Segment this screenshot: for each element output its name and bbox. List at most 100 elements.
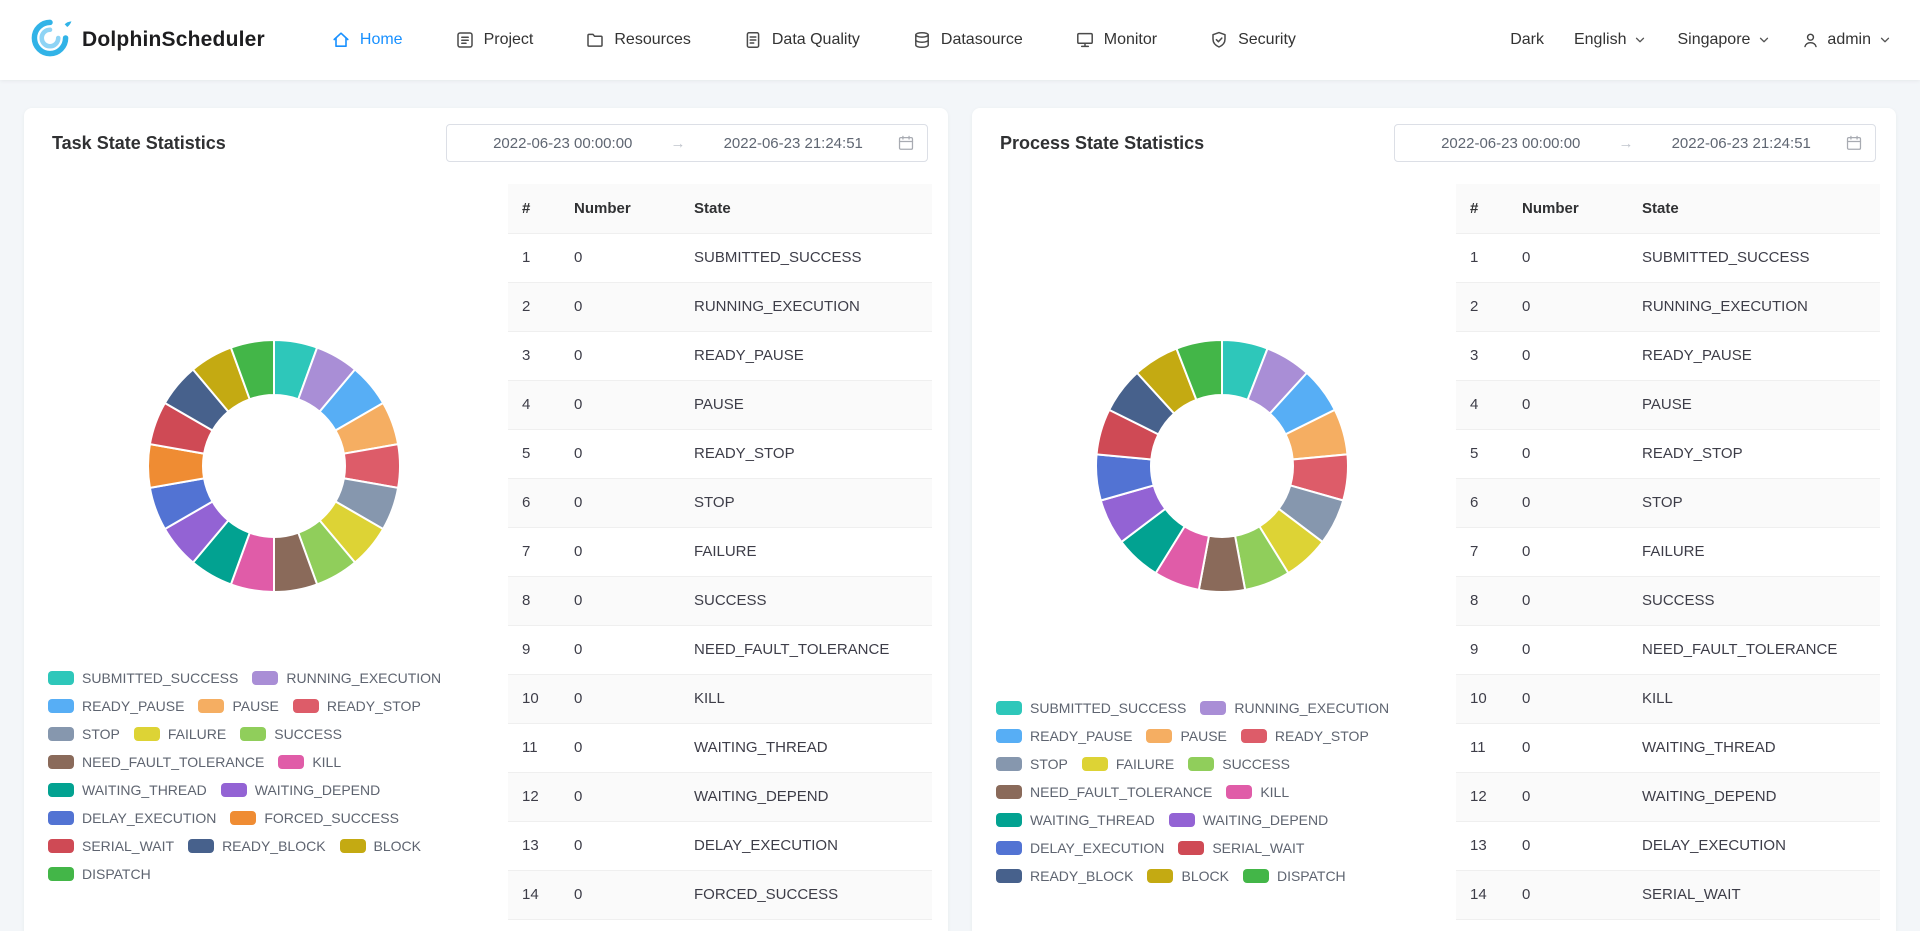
legend-item[interactable]: DELAY_EXECUTION (996, 840, 1164, 856)
date-end-input[interactable]: 2022-06-23 21:24:51 (1638, 135, 1846, 152)
brand[interactable]: DolphinScheduler (28, 16, 265, 65)
date-end-input[interactable]: 2022-06-23 21:24:51 (690, 135, 898, 152)
legend-swatch-icon (48, 699, 74, 713)
home-icon (331, 30, 351, 50)
chart-legend: SUBMITTED_SUCCESS RUNNING_EXECUTION READY_… (988, 700, 1456, 884)
nav-item-project[interactable]: Project (455, 30, 534, 50)
legend-item[interactable]: PAUSE (1146, 728, 1226, 744)
row-state: WAITING_THREAD (1628, 723, 1880, 772)
row-state: SUBMITTED_SUCCESS (1628, 233, 1880, 282)
row-state: FAILURE (1628, 527, 1880, 576)
security-icon (1209, 30, 1229, 50)
data-quality-icon (743, 30, 763, 50)
row-state: RUNNING_EXECUTION (1628, 282, 1880, 331)
nav-item-label: Project (484, 31, 534, 49)
legend-item[interactable]: READY_PAUSE (996, 728, 1132, 744)
legend-item[interactable]: BLOCK (1147, 868, 1228, 884)
legend-item[interactable]: NEED_FAULT_TOLERANCE (996, 784, 1212, 800)
legend-item[interactable]: STOP (996, 756, 1068, 772)
legend-item[interactable]: SUCCESS (240, 726, 342, 742)
nav-item-monitor[interactable]: Monitor (1075, 30, 1157, 50)
legend-item[interactable]: WAITING_THREAD (996, 812, 1155, 828)
table-header-row: #NumberState (1456, 184, 1880, 233)
legend-item[interactable]: SUCCESS (1188, 756, 1290, 772)
legend-item[interactable]: RUNNING_EXECUTION (1200, 700, 1389, 716)
legend-item[interactable]: WAITING_THREAD (48, 782, 207, 798)
legend-item[interactable]: RUNNING_EXECUTION (252, 670, 441, 686)
date-start-input[interactable]: 2022-06-23 00:00:00 (459, 135, 667, 152)
legend-item[interactable]: SERIAL_WAIT (48, 838, 174, 854)
legend-item[interactable]: DISPATCH (48, 866, 151, 882)
date-start-input[interactable]: 2022-06-23 00:00:00 (1407, 135, 1615, 152)
legend-item[interactable]: SUBMITTED_SUCCESS (996, 700, 1186, 716)
date-range-picker[interactable]: 2022-06-23 00:00:00 → 2022-06-23 21:24:5… (1394, 124, 1876, 162)
state-table: #NumberState 10SUBMITTED_SUCCESS20RUNNIN… (508, 184, 932, 920)
language-select[interactable]: English (1574, 31, 1647, 49)
legend-item[interactable]: FAILURE (134, 726, 226, 742)
legend-item[interactable]: SUBMITTED_SUCCESS (48, 670, 238, 686)
legend-item[interactable]: READY_BLOCK (188, 838, 325, 854)
nav-item-security[interactable]: Security (1209, 30, 1296, 50)
legend-item[interactable]: NEED_FAULT_TOLERANCE (48, 754, 264, 770)
legend-label: READY_STOP (1275, 728, 1369, 744)
resources-icon (585, 30, 605, 50)
legend-item[interactable]: FORCED_SUCCESS (230, 810, 399, 826)
legend-item[interactable]: KILL (278, 754, 341, 770)
username: admin (1827, 31, 1871, 49)
row-number: 0 (1508, 429, 1628, 478)
table-row: 10SUBMITTED_SUCCESS (508, 233, 932, 282)
chevron-down-icon (1633, 33, 1647, 47)
row-state: READY_PAUSE (1628, 331, 1880, 380)
table-row: 20RUNNING_EXECUTION (1456, 282, 1880, 331)
legend-swatch-icon (134, 727, 160, 741)
theme-toggle-button[interactable]: Dark (1510, 31, 1544, 49)
legend-item[interactable]: READY_STOP (1241, 728, 1369, 744)
legend-swatch-icon (1146, 729, 1172, 743)
nav-item-home[interactable]: Home (331, 30, 403, 50)
nav-item-resources[interactable]: Resources (585, 30, 690, 50)
legend-item[interactable]: KILL (1226, 784, 1289, 800)
legend-item[interactable]: BLOCK (340, 838, 421, 854)
table-row: 130DELAY_EXECUTION (1456, 821, 1880, 870)
table-row: 120WAITING_DEPEND (1456, 772, 1880, 821)
legend-label: SERIAL_WAIT (1212, 840, 1304, 856)
legend-item[interactable]: SERIAL_WAIT (1178, 840, 1304, 856)
legend-label: RUNNING_EXECUTION (286, 670, 441, 686)
legend-swatch-icon (996, 841, 1022, 855)
calendar-icon (897, 134, 915, 152)
nav-item-data-quality[interactable]: Data Quality (743, 30, 860, 50)
legend-label: FORCED_SUCCESS (264, 810, 399, 826)
legend-item[interactable]: PAUSE (198, 698, 278, 714)
legend-swatch-icon (1241, 729, 1267, 743)
legend-item[interactable]: READY_PAUSE (48, 698, 184, 714)
row-index: 14 (1456, 870, 1508, 919)
legend-label: SERIAL_WAIT (82, 838, 174, 854)
user-menu[interactable]: admin (1801, 31, 1892, 50)
row-state: SUCCESS (680, 576, 932, 625)
legend-item[interactable]: DELAY_EXECUTION (48, 810, 216, 826)
legend-item[interactable]: READY_BLOCK (996, 868, 1133, 884)
legend-item[interactable]: WAITING_DEPEND (1169, 812, 1329, 828)
monitor-icon (1075, 30, 1095, 50)
chart-area: SUBMITTED_SUCCESS RUNNING_EXECUTION READY_… (40, 178, 508, 920)
legend-item[interactable]: DISPATCH (1243, 868, 1346, 884)
table-row: 100KILL (508, 674, 932, 723)
legend-item[interactable]: STOP (48, 726, 120, 742)
card-title: Process State Statistics (1000, 133, 1204, 154)
table-row: 140SERIAL_WAIT (1456, 870, 1880, 919)
legend-item[interactable]: WAITING_DEPEND (221, 782, 381, 798)
legend-swatch-icon (1169, 813, 1195, 827)
legend-label: STOP (1030, 756, 1068, 772)
timezone-select[interactable]: Singapore (1677, 31, 1771, 49)
legend-swatch-icon (48, 867, 74, 881)
table-row: 130DELAY_EXECUTION (508, 821, 932, 870)
row-number: 0 (560, 527, 680, 576)
legend-item[interactable]: READY_STOP (293, 698, 421, 714)
legend-label: WAITING_THREAD (1030, 812, 1155, 828)
row-number: 0 (1508, 478, 1628, 527)
nav-item-datasource[interactable]: Datasource (912, 30, 1023, 50)
row-state: RUNNING_EXECUTION (680, 282, 932, 331)
legend-swatch-icon (1082, 757, 1108, 771)
date-range-picker[interactable]: 2022-06-23 00:00:00 → 2022-06-23 21:24:5… (446, 124, 928, 162)
legend-item[interactable]: FAILURE (1082, 756, 1174, 772)
